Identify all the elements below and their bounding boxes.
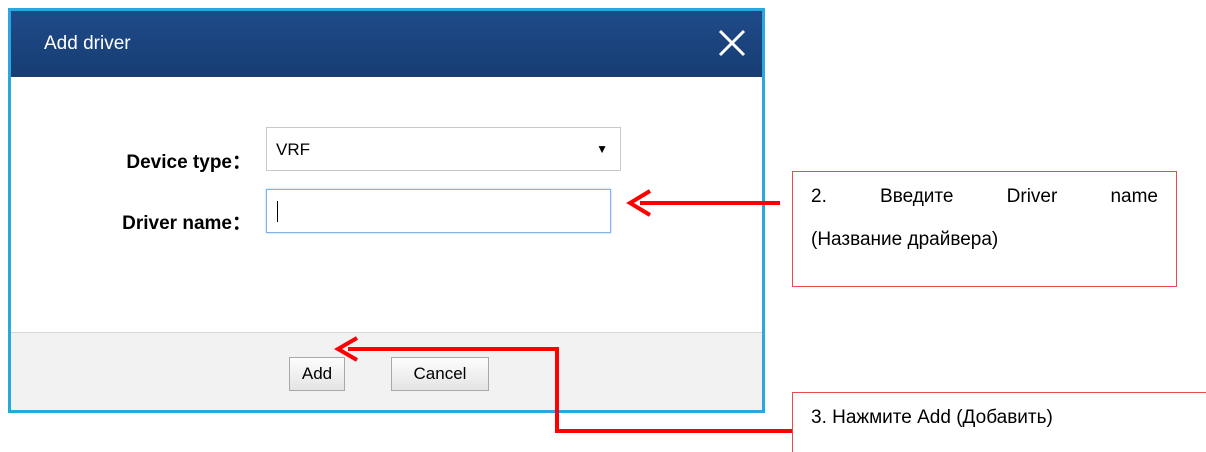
arrow-to-add-button: [348, 347, 792, 433]
annotation-arrows: [334, 189, 792, 433]
